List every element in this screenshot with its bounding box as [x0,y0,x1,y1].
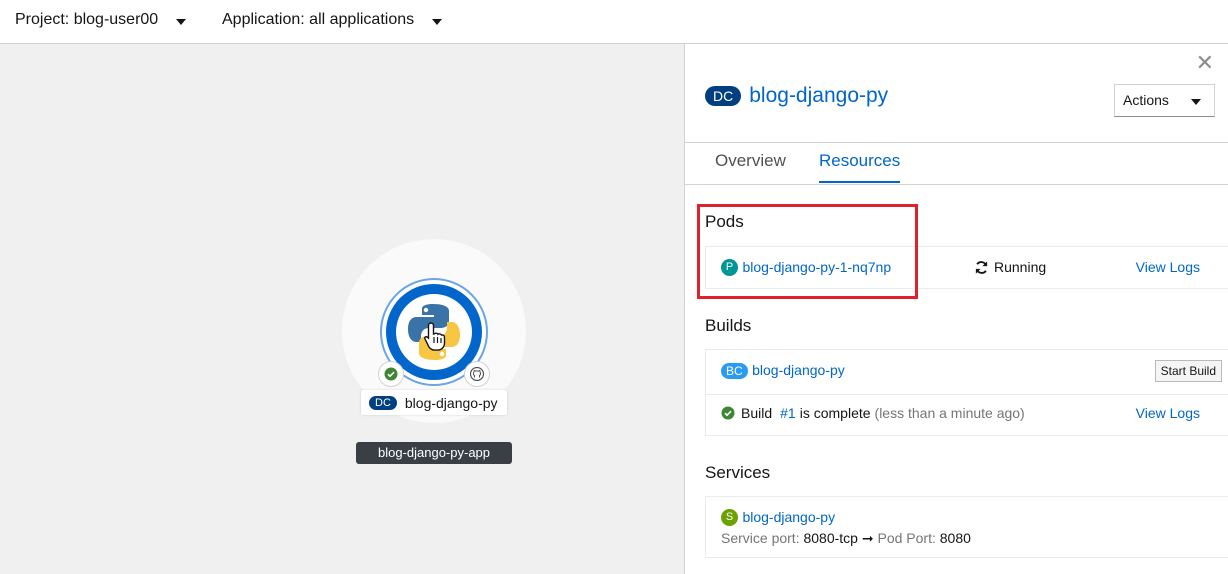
panel-title[interactable]: blog-django-py [749,84,888,108]
build-view-logs-link[interactable]: View Logs [1136,405,1200,421]
tab-overview[interactable]: Overview [715,151,786,181]
bc-badge: BC [721,363,748,379]
build-config-row: BC blog-django-py [721,362,845,380]
application-selector-label: Application: all applications [222,11,415,28]
pod-port-value: 8080 [939,530,971,546]
node-name: blog-django-py [404,394,498,411]
context-bar: Project: blog-user00 Application: all ap… [0,0,1228,44]
pod-status-text: Running [994,259,1047,275]
services-heading: Services [705,463,771,482]
pods-heading: Pods [705,212,744,231]
topology-canvas[interactable] [0,44,684,574]
check-circle-icon [384,367,398,381]
service-row: S blog-django-py [721,509,835,527]
project-selector[interactable]: Project: blog-user00 [15,11,187,29]
actions-label: Actions [1123,92,1169,108]
pod-port-label: Pod Port: [877,530,936,546]
resource-side-panel: ✕ DC blog-django-py Actions Overview Res… [684,44,1228,574]
pod-row: P blog-django-py-1-nq7np [721,259,891,277]
panel-heading: DC blog-django-py [705,84,888,108]
build-status-row: Build #1 is complete (less than a minute… [721,405,1025,421]
service-badge: S [721,509,738,527]
caret-down-icon [432,18,443,25]
build-status-text: is complete [799,405,871,421]
project-selector-label: Project: blog-user00 [15,11,159,28]
sync-icon [975,260,988,274]
services-list: S blog-django-py Service port: 8080-tcp … [705,496,1228,558]
source-code-decorator[interactable] [464,361,490,387]
build-prefix: Build [741,405,773,421]
dc-badge: DC [705,86,742,106]
service-ports: Service port: 8080-tcp ➞ Pod Port: 8080 [721,530,971,547]
caret-down-icon [1191,99,1201,105]
build-number-link[interactable]: #1 [780,405,796,421]
close-icon[interactable]: ✕ [1196,52,1214,74]
dc-badge: DC [369,395,397,410]
actions-dropdown[interactable]: Actions [1114,84,1215,117]
pod-status: Running [974,259,1046,275]
hand-cursor-icon [424,322,446,351]
node-label[interactable]: DC blog-django-py [361,390,507,415]
build-config-link[interactable]: blog-django-py [752,362,845,378]
builds-divider [706,394,1228,395]
builds-heading: Builds [705,316,752,335]
pod-view-logs-link[interactable]: View Logs [1136,259,1200,275]
service-name-link[interactable]: blog-django-py [742,509,835,525]
pods-list: P blog-django-py-1-nq7np Running View Lo… [705,246,1228,289]
panel-tabs: Overview Resources [685,142,1228,185]
builds-list: BC blog-django-py Start Build Build #1 i… [705,349,1228,436]
start-build-button[interactable]: Start Build [1154,360,1222,382]
build-time-text: (less than a minute ago) [874,405,1025,421]
application-group-label[interactable]: blog-django-py-app [356,442,512,464]
arrow-right-icon: ➞ [861,530,874,546]
service-port-label: Service port: [721,530,800,546]
github-icon [470,367,484,381]
application-selector[interactable]: Application: all applications [222,11,443,29]
pod-name-link[interactable]: blog-django-py-1-nq7np [742,259,891,275]
caret-down-icon [176,18,187,25]
build-status-decorator[interactable] [378,361,404,387]
check-circle-icon [721,406,735,420]
service-port-value: 8080-tcp [803,530,858,546]
tab-resources[interactable]: Resources [819,151,901,183]
pod-badge: P [721,259,738,277]
